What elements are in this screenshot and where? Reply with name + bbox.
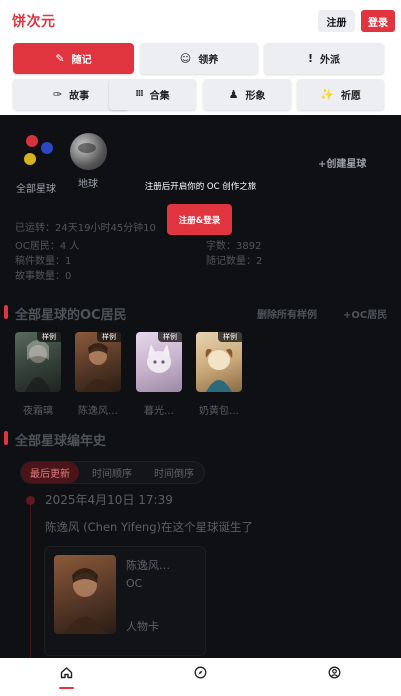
notes-stat: 随记数量：2 [206, 256, 263, 267]
section-accent-bar [4, 305, 8, 319]
feather-icon: ✑ [52, 88, 63, 101]
nav-wish-button[interactable]: ✨ 祈愿 [297, 79, 384, 110]
resident-name: 奶黄包… [199, 406, 239, 417]
timeline-dot [26, 496, 35, 505]
tab-chronological[interactable]: 时间顺序 [83, 462, 141, 483]
register-button[interactable]: 注册 [318, 10, 355, 32]
nav-adopt-button[interactable]: ☺ 领养 [140, 43, 258, 74]
feature-nav: ✎ 随记 ☺ 领养 ! 外派 ✑ 故事 ⁞⁞⁞ 合集 ♟ 形象 ✨ 祈愿 [0, 40, 401, 115]
timeline-event-text: 陈逸风 (Chen Yifeng)在这个星球诞生了 [45, 520, 253, 534]
signup-login-button[interactable]: 注册&登录 [167, 204, 232, 235]
signup-prompt: 注册后开启你的 OC 创作之旅 [144, 182, 257, 192]
sample-badge: 样例 [37, 332, 61, 342]
nav-label: 随记 [71, 55, 92, 66]
exclamation-icon: ! [307, 52, 314, 65]
stories-stat: 故事数量：0 [15, 271, 72, 282]
user-icon[interactable] [328, 666, 341, 683]
uptime-stat: 已运转：24天19小时45分钟10 [15, 223, 156, 234]
tab-last-updated[interactable]: 最后更新 [21, 462, 79, 483]
all-planets-icon[interactable] [22, 133, 54, 169]
login-button[interactable]: 登录 [361, 10, 395, 32]
top-bar: 饼次元 注册 登录 [0, 0, 401, 40]
app-logo[interactable]: 饼次元 [12, 11, 56, 31]
blue-planet-dot [41, 142, 53, 154]
resident-card[interactable]: 样例 [15, 332, 61, 392]
home-icon[interactable] [60, 666, 73, 683]
nav-label: 外派 [320, 55, 341, 66]
sample-badge: 样例 [158, 332, 182, 342]
nav-label: 领养 [198, 55, 219, 66]
nav-label: 故事 [69, 91, 90, 102]
compass-icon[interactable] [194, 666, 207, 683]
grid-icon: ⁞⁞⁞ [135, 89, 143, 99]
nav-label: 祈愿 [340, 91, 361, 102]
yellow-planet-dot [24, 153, 36, 165]
delete-samples-button[interactable]: 删除所有样例 [257, 306, 317, 321]
add-resident-button[interactable]: +OC居民 [343, 306, 387, 321]
section-accent-bar [4, 431, 8, 445]
resident-card[interactable]: 样例 [136, 332, 182, 392]
nav-avatar-button[interactable]: ♟ 形象 [203, 79, 291, 110]
pen-icon: ✎ [55, 52, 65, 65]
sample-badge: 样例 [97, 332, 121, 342]
residents-stat: OC居民：4 人 [15, 241, 80, 252]
bottom-nav [0, 658, 401, 696]
tab-reverse-chronological[interactable]: 时间倒序 [145, 462, 203, 483]
sample-badge: 样例 [218, 332, 242, 342]
resident-name: 陈逸风… [78, 406, 118, 417]
chronicle-sort-tabs: 最后更新 时间顺序 时间倒序 [20, 461, 205, 484]
earth-planet-icon[interactable] [70, 133, 107, 170]
character-type: OC [126, 577, 143, 590]
chronicle-section-title: 全部星球编年史 [15, 434, 107, 449]
drafts-stat: 稿件数量：1 [15, 256, 72, 267]
active-tab-indicator [59, 687, 74, 689]
nav-notes-button[interactable]: ✎ 随记 [13, 43, 134, 74]
character-name: 陈逸风… [126, 559, 170, 572]
nav-label: 合集 [149, 91, 170, 102]
resident-card[interactable]: 样例 [196, 332, 242, 392]
character-card[interactable]: 陈逸风… OC 人物卡 [44, 546, 206, 656]
character-kind: 人物卡 [126, 620, 159, 633]
resident-card[interactable]: 样例 [75, 332, 121, 392]
sparkle-icon: ✨ [320, 88, 334, 101]
nav-dispatch-button[interactable]: ! 外派 [264, 43, 384, 74]
nav-collection-button[interactable]: ⁞⁞⁞ 合集 [109, 79, 196, 110]
person-icon: ♟ [228, 88, 239, 101]
words-stat: 字数：3892 [206, 241, 262, 252]
red-planet-dot [26, 135, 38, 147]
timeline-date: 2025年4月10日 17:39 [45, 493, 173, 507]
resident-name: 夜霜璃 [23, 406, 53, 417]
resident-name: 暮光… [144, 406, 174, 417]
timeline-line [30, 500, 31, 658]
create-planet-button[interactable]: +创建星球 [318, 155, 366, 170]
character-portrait [54, 555, 116, 634]
nav-label: 形象 [245, 91, 266, 102]
residents-section-title: 全部星球的OC居民 [15, 308, 127, 323]
smile-icon: ☺ [179, 52, 192, 65]
